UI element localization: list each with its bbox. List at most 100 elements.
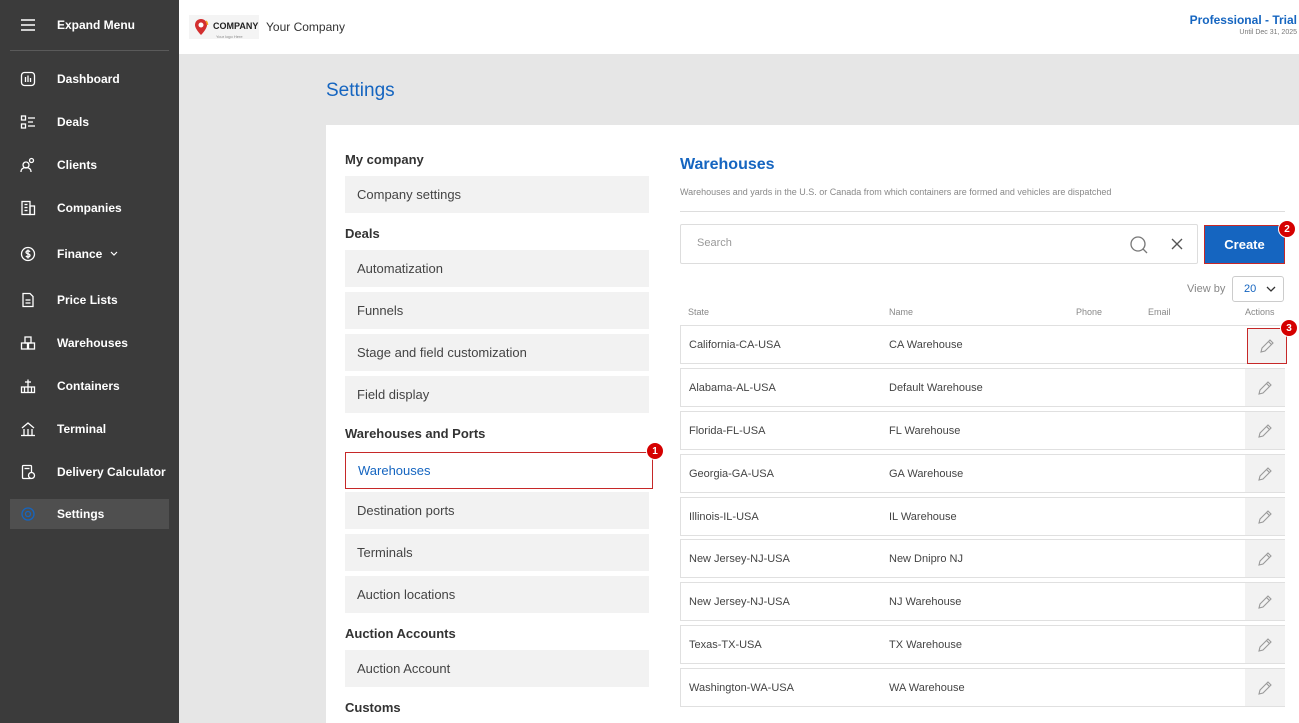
- sidebar-item-warehouses[interactable]: Warehouses: [10, 328, 169, 358]
- create-button[interactable]: Create: [1204, 225, 1285, 264]
- column-header-state: State: [688, 307, 710, 317]
- company-name: Your Company: [266, 20, 345, 34]
- sidebar-item-terminal[interactable]: Terminal: [10, 414, 169, 444]
- row-name: IL Warehouse: [889, 511, 957, 523]
- pencil-icon: [1258, 380, 1272, 395]
- edit-button[interactable]: [1245, 583, 1285, 620]
- table-row: Texas-TX-USA TX Warehouse: [680, 625, 1285, 664]
- edit-button[interactable]: [1245, 540, 1285, 577]
- search-input[interactable]: [697, 237, 1097, 249]
- row-state: New Jersey-NJ-USA: [689, 553, 790, 565]
- table-row: New Jersey-NJ-USA New Dnipro NJ: [680, 539, 1285, 578]
- warehouses-title: Warehouses: [680, 156, 775, 173]
- pencil-icon: [1258, 551, 1272, 566]
- nav-item-destination-ports[interactable]: Destination ports: [345, 492, 649, 529]
- row-state: Georgia-GA-USA: [689, 468, 774, 480]
- companies-building-icon: [10, 200, 46, 216]
- view-by-label: View by: [1187, 283, 1226, 295]
- deals-list-icon: [10, 114, 46, 130]
- finance-icon: [10, 246, 46, 262]
- pencil-icon: [1258, 423, 1272, 438]
- step-badge-3: 3: [1280, 319, 1298, 337]
- sidebar-item-dashboard[interactable]: Dashboard: [10, 64, 169, 94]
- edit-button[interactable]: [1245, 626, 1285, 663]
- sidebar-item-finance[interactable]: Finance: [10, 239, 169, 269]
- table-row: Georgia-GA-USA GA Warehouse: [680, 454, 1285, 493]
- search-box: [680, 224, 1198, 264]
- plan-link[interactable]: Professional - Trial: [1190, 13, 1297, 27]
- nav-item-auction-account[interactable]: Auction Account: [345, 650, 649, 687]
- group-title-warehouses-ports: Warehouses and Ports: [345, 426, 486, 441]
- row-name: CA Warehouse: [889, 339, 963, 351]
- divider: [680, 211, 1285, 212]
- chevron-down-icon: [110, 249, 118, 260]
- edit-button[interactable]: [1245, 498, 1285, 535]
- row-state: Texas-TX-USA: [689, 639, 762, 651]
- step-badge-2: 2: [1278, 220, 1296, 238]
- logo-subtext: Your logo Here: [216, 33, 243, 39]
- edit-button[interactable]: [1245, 369, 1285, 406]
- view-by-select[interactable]: 20: [1232, 276, 1284, 302]
- nav-item-automatization[interactable]: Automatization: [345, 250, 649, 287]
- expand-menu-button[interactable]: Expand Menu: [10, 0, 169, 51]
- nav-item-field-display[interactable]: Field display: [345, 376, 649, 413]
- table-row: California-CA-USA CA Warehouse: [680, 325, 1287, 364]
- chevron-down-icon: [1266, 284, 1276, 296]
- row-name: WA Warehouse: [889, 682, 965, 694]
- pencil-icon: [1258, 509, 1272, 524]
- pencil-icon: [1258, 680, 1272, 695]
- row-name: FL Warehouse: [889, 425, 961, 437]
- close-icon[interactable]: [1170, 237, 1184, 256]
- pencil-icon: [1258, 637, 1272, 652]
- nav-item-warehouses[interactable]: Warehouses: [345, 452, 653, 489]
- map-pin-logo-icon: [195, 19, 209, 35]
- table-row: Washington-WA-USA WA Warehouse: [680, 668, 1285, 707]
- row-state: Washington-WA-USA: [689, 682, 794, 694]
- row-name: TX Warehouse: [889, 639, 962, 651]
- nav-item-company-settings[interactable]: Company settings: [345, 176, 649, 213]
- settings-gear-icon: [10, 506, 46, 522]
- table-row: Florida-FL-USA FL Warehouse: [680, 411, 1285, 450]
- column-header-phone: Phone: [1076, 307, 1103, 317]
- containers-icon: [10, 378, 46, 394]
- nav-item-auction-locations[interactable]: Auction locations: [345, 576, 649, 613]
- row-name: New Dnipro NJ: [889, 553, 963, 565]
- pencil-icon: [1258, 466, 1272, 481]
- row-name: Default Warehouse: [889, 382, 983, 394]
- page-title: Settings: [326, 80, 395, 101]
- sidebar-item-deals[interactable]: Deals: [10, 107, 169, 137]
- row-name: GA Warehouse: [889, 468, 964, 480]
- sidebar-item-containers[interactable]: Containers: [10, 371, 169, 401]
- sidebar-item-settings[interactable]: Settings: [10, 499, 169, 529]
- nav-item-funnels[interactable]: Funnels: [345, 292, 649, 329]
- logo-text: COMPANY: [213, 20, 259, 31]
- pencil-icon: [1260, 339, 1274, 353]
- table-row: Alabama-AL-USA Default Warehouse: [680, 368, 1285, 407]
- row-state: New Jersey-NJ-USA: [689, 596, 790, 608]
- search-icon[interactable]: [1129, 235, 1149, 260]
- sidebar-item-clients[interactable]: Clients: [10, 150, 169, 180]
- nav-item-stage-field-customization[interactable]: Stage and field customization: [345, 334, 649, 371]
- row-state: Florida-FL-USA: [689, 425, 766, 437]
- terminal-icon: [10, 421, 46, 437]
- sidebar: Expand Menu Dashboard Deals Clients Comp…: [0, 0, 179, 723]
- calculator-icon: [10, 464, 46, 480]
- top-header: COMPANY Your logo Here Your Company Prof…: [179, 0, 1299, 54]
- row-state: Illinois-IL-USA: [689, 511, 759, 523]
- expand-menu-label: Expand Menu: [57, 18, 136, 32]
- edit-button[interactable]: [1245, 669, 1285, 706]
- clients-icon: [10, 157, 46, 173]
- sidebar-item-delivery-calculator[interactable]: Delivery Calculator: [10, 457, 169, 487]
- plan-until-text: Until Dec 31, 2025: [1239, 29, 1297, 36]
- group-title-my-company: My company: [345, 152, 424, 167]
- nav-item-terminals[interactable]: Terminals: [345, 534, 649, 571]
- price-list-icon: [10, 292, 46, 308]
- edit-button[interactable]: [1245, 412, 1285, 449]
- edit-button[interactable]: [1245, 455, 1285, 492]
- column-header-email: Email: [1148, 307, 1171, 317]
- warehouse-icon: [10, 335, 46, 351]
- pencil-icon: [1258, 594, 1272, 609]
- sidebar-item-price-lists[interactable]: Price Lists: [10, 285, 169, 315]
- group-title-customs: Customs: [345, 700, 401, 715]
- sidebar-item-companies[interactable]: Companies: [10, 193, 169, 223]
